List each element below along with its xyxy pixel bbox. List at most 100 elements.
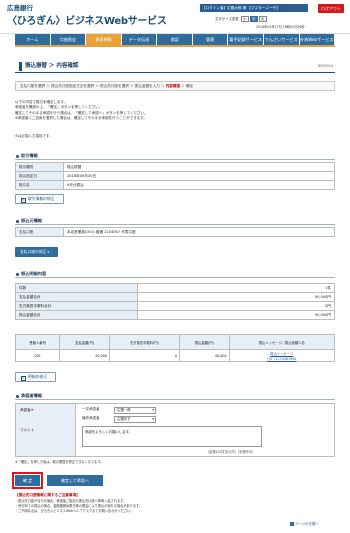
table-row: 取引種別 振込振替 bbox=[15, 162, 335, 172]
table-label: 支払口座 bbox=[15, 227, 64, 237]
column-header: 支払金額(円) bbox=[59, 334, 110, 350]
required-note: ※は必須入力項目です。 bbox=[15, 134, 53, 139]
steps-before: 支払口座を選択 ＞ 振込先口座指定方法を選択 ＞ 振込先口座を選択 ＞ 振込金額… bbox=[20, 84, 166, 88]
table-label: 取引名 bbox=[15, 180, 64, 190]
table-value: 振込振替 bbox=[63, 162, 335, 172]
edit-icon: ✎ bbox=[21, 198, 26, 203]
logo: 広島銀行 〈ひろぎん〉ビジネスWebサービス bbox=[7, 2, 167, 27]
confirm-and-approve-button[interactable]: 確定して承認へ bbox=[47, 475, 103, 486]
nav-approval[interactable]: 承認 bbox=[157, 34, 193, 45]
comment-textarea[interactable]: 承認をよろしくお願いします。 bbox=[82, 426, 262, 447]
page-title-bar: 振込振替 ＞ 内容確認 BFKF024 bbox=[15, 61, 335, 73]
screen-id: BFKF024 bbox=[318, 64, 333, 68]
approver-box: 承認者※ コメント 一次承認者 広銀一郎 最終承認者 広銀花子 承認をよろしくお… bbox=[15, 403, 335, 457]
table-label: 先方負担手数料合計 bbox=[15, 301, 138, 311]
edit-details-button[interactable]: ✎ 明細の修正 bbox=[15, 372, 56, 382]
table-label: 件数 bbox=[15, 283, 138, 293]
table-value: 90,000円 bbox=[137, 292, 335, 302]
arrow-up-icon bbox=[290, 521, 294, 526]
table-label: 振込指定日 bbox=[15, 171, 64, 181]
logout-button[interactable]: ログアウト bbox=[318, 4, 344, 13]
nav-management[interactable]: 管理 bbox=[192, 34, 229, 45]
font-medium-button[interactable]: 中 bbox=[249, 16, 258, 22]
edit-transaction-button[interactable]: ✎ 取引情報の修正 bbox=[15, 194, 64, 204]
bank-name: 広島銀行 bbox=[7, 4, 33, 12]
table-row: 振込指定日 2016年09月30日 bbox=[15, 171, 335, 181]
table-row: 支払金額合計 90,000円 bbox=[15, 292, 335, 302]
final-approver-select[interactable]: 広銀花子 bbox=[114, 416, 156, 423]
step-current: 内容確認 bbox=[165, 84, 181, 88]
table-row: 001 90,000 0 90,000 振込メッセージ ﾋﾛｷﾞﾝ12345678… bbox=[14, 349, 336, 362]
approver-label-column: 承認者※ コメント bbox=[16, 404, 76, 456]
edit-source-account-button[interactable]: 支払口座の修正 ▸ bbox=[15, 247, 58, 257]
column-header: 振込金額(円) bbox=[178, 334, 230, 350]
table-row: 取引名 9月分振込 bbox=[15, 180, 335, 190]
font-size-control: 文字サイズ変更 小中大 bbox=[215, 16, 267, 22]
table-value: 本店営業部(001) 普通 1234567 代表口座 bbox=[63, 227, 335, 237]
table-value: 2016年09月30日 bbox=[63, 171, 335, 181]
edit-transaction-label: 取引情報の修正 bbox=[28, 196, 55, 201]
required-note-text: は必須入力項目です。 bbox=[17, 134, 53, 138]
table-row: 件数 1件 bbox=[15, 283, 335, 293]
nav-fund-transfer[interactable]: 資金移動 bbox=[86, 34, 122, 45]
step-indicator: 支払口座を選択 ＞ 振込先口座指定方法を選択 ＞ 振込先口座を選択 ＞ 振込金額… bbox=[15, 81, 335, 91]
nav-home[interactable]: ホーム bbox=[15, 34, 51, 45]
font-large-button[interactable]: 大 bbox=[258, 16, 267, 22]
first-approver-label: 一次承認者 bbox=[82, 407, 100, 411]
approver-label-text: 承認者 bbox=[20, 408, 31, 412]
login-info: 【ログイン者】広銀太郎 様 【マスターユーザ】 bbox=[200, 4, 308, 12]
final-approver-label: 最終承認者 bbox=[82, 416, 100, 420]
nav-underline bbox=[15, 45, 335, 47]
column-header: 先方負担手数料(円) bbox=[108, 334, 180, 350]
edit-details-label: 明細の修正 bbox=[28, 374, 47, 379]
edit-icon: ✎ bbox=[21, 376, 26, 381]
table-label: 取引種別 bbox=[15, 162, 64, 172]
datetime: 2016年09月27日 16時52分26秒 bbox=[256, 25, 305, 29]
comment-label: コメント bbox=[20, 428, 35, 432]
confirm-note: ※「確定」を押した後は、取引履歴を修正できなくなります。 bbox=[15, 460, 104, 464]
nav-densai[interactable]: でんさいサービス bbox=[263, 34, 300, 45]
table-label: 振込金額合計 bbox=[15, 310, 138, 320]
chevron-right-icon: ▸ bbox=[47, 249, 50, 254]
comment-limit-note: ［全角120文字以内］［半角不可］ bbox=[206, 450, 256, 454]
caution-text: ・振込先口座が当行の場合、承認後ご指定の振込先口座へ即時入金されます。 ・他行宛… bbox=[15, 499, 335, 514]
page-top-link[interactable]: ページの先頭へ bbox=[290, 521, 319, 526]
caution-title: 【振込先口座情報に関するご注意事項】 bbox=[15, 493, 80, 497]
service-name: 〈ひろぎん〉ビジネスWebサービス bbox=[7, 16, 167, 27]
main-nav: ホーム 口座照会 資金移動 データ伝送 承認 管理 電子記録サービス でんさいサ… bbox=[15, 34, 336, 45]
section-approver: 承認者情報 bbox=[15, 392, 335, 400]
transfer-amount: 90,000 bbox=[178, 349, 230, 362]
requester-name: ﾋﾛｷﾞﾝ1234567890 bbox=[267, 356, 297, 361]
table-value: 9月分振込 bbox=[63, 180, 335, 190]
transfer-message-link[interactable]: 振込メッセージ ﾋﾛｷﾞﾝ1234567890 bbox=[228, 349, 336, 362]
approver-label: 承認者※ bbox=[20, 408, 34, 413]
required-mark: ※ bbox=[30, 408, 34, 412]
edit-source-label: 支払口座の修正 bbox=[20, 249, 47, 254]
section-source: 振込元情報 bbox=[15, 217, 335, 225]
page-title: 振込振替 ＞ 内容確認 bbox=[19, 62, 78, 71]
column-header: 受取人番号 bbox=[14, 334, 61, 350]
section-transaction: 取引情報 bbox=[15, 152, 335, 160]
nav-forex[interactable]: 外為Webサービス bbox=[299, 34, 336, 45]
nav-electronic-record[interactable]: 電子記録サービス bbox=[228, 34, 264, 45]
font-small-button[interactable]: 小 bbox=[240, 16, 249, 22]
section-amounts: 振込明細内容 bbox=[15, 270, 335, 278]
fee-amount: 0 bbox=[108, 349, 180, 362]
column-header: 振込メッセージ／振込依頼人名 bbox=[228, 334, 336, 350]
pay-amount: 90,000 bbox=[59, 349, 110, 362]
caution-line: ・ご不明な点は、ひろぎんビジネスWebヘルプデスクまでお問い合わせください。 bbox=[15, 509, 134, 513]
recipient-number: 001 bbox=[14, 349, 61, 362]
details-table: 受取人番号 支払金額(円) 先方負担手数料(円) 振込金額(円) 振込メッセージ… bbox=[14, 334, 336, 362]
table-row: 先方負担手数料合計 0円 bbox=[15, 301, 335, 311]
table-value: 90,000円 bbox=[137, 310, 335, 320]
nav-account-inquiry[interactable]: 口座照会 bbox=[50, 34, 87, 45]
table-label: 支払金額合計 bbox=[15, 292, 138, 302]
intro-text: 以下の内容で取引を確定します。 承認者を確認の上、「確定」ボタンを押してください… bbox=[15, 100, 335, 122]
nav-data-transfer[interactable]: データ伝送 bbox=[121, 34, 158, 45]
table-value: 1件 bbox=[137, 283, 335, 293]
first-approver-select[interactable]: 広銀一郎 bbox=[114, 407, 156, 414]
table-row: 振込金額合計 90,000円 bbox=[15, 310, 335, 320]
font-size-label: 文字サイズ変更 bbox=[215, 17, 239, 21]
amounts-table: 件数 1件 支払金額合計 90,000円 先方負担手数料合計 0円 振込金額合計 90,… bbox=[15, 283, 335, 320]
confirm-button[interactable]: 確 定 bbox=[12, 472, 43, 489]
